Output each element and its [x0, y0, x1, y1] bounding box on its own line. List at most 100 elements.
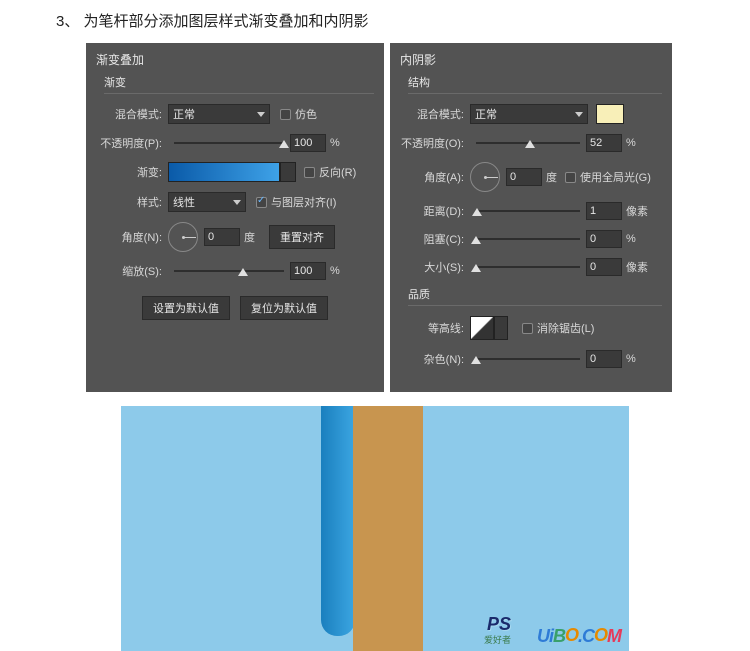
angle-row: 角度(A): 度 使用全局光(G) [400, 162, 662, 192]
size-slider[interactable] [476, 266, 580, 268]
slider-knob-icon [238, 268, 248, 276]
section-title-structure: 结构 [408, 74, 662, 94]
contour-row: 等高线: 消除锯齿(L) [400, 316, 662, 340]
scale-unit: % [330, 265, 340, 277]
dither-checkbox[interactable] [280, 109, 291, 120]
reset-align-button[interactable]: 重置对齐 [269, 225, 335, 249]
pen-blue-shape [321, 406, 355, 636]
global-light-label: 使用全局光(G) [580, 169, 651, 185]
noise-label: 杂色(N): [400, 351, 470, 367]
gradient-row: 渐变: 反向(R) [96, 162, 374, 182]
step-title: 3、 为笔杆部分添加图层样式渐变叠加和内阴影 [0, 0, 750, 43]
angle-unit: 度 [244, 229, 255, 245]
size-input[interactable] [586, 258, 622, 276]
slider-knob-icon [279, 140, 289, 148]
slider-knob-icon [525, 140, 535, 148]
angle-row: 角度(N): 度 重置对齐 [96, 222, 374, 252]
chevron-down-icon [575, 112, 583, 117]
opacity-unit: % [330, 137, 340, 149]
choke-slider[interactable] [476, 238, 580, 240]
opacity-input[interactable] [290, 134, 326, 152]
opacity-label: 不透明度(P): [96, 135, 168, 151]
reset-default-button[interactable]: 复位为默认值 [240, 296, 328, 320]
scale-label: 缩放(S): [96, 263, 168, 279]
style-value: 线性 [173, 194, 195, 210]
scale-slider[interactable] [174, 270, 284, 272]
angle-dot-icon [484, 176, 487, 179]
shadow-color-swatch[interactable] [596, 104, 624, 124]
scale-input[interactable] [290, 262, 326, 280]
angle-label: 角度(N): [96, 229, 168, 245]
opacity-slider[interactable] [476, 142, 580, 144]
section-title: 渐变 [104, 74, 374, 94]
angle-input[interactable] [506, 168, 542, 186]
style-label: 样式: [96, 194, 168, 210]
contour-swatch[interactable] [470, 316, 494, 340]
distance-label: 距离(D): [400, 203, 470, 219]
reverse-label: 反向(R) [319, 164, 356, 180]
distance-input[interactable] [586, 202, 622, 220]
watermark-ps: PS [487, 614, 511, 635]
blend-mode-label: 混合模式: [400, 106, 470, 122]
choke-label: 阻塞(C): [400, 231, 470, 247]
size-row: 大小(S): 像素 [400, 258, 662, 276]
choke-unit: % [626, 233, 636, 245]
slider-knob-icon [471, 264, 481, 272]
slider-knob-icon [471, 356, 481, 364]
preview-canvas: PS 爱好者 UiBO.COM [121, 406, 629, 651]
blend-mode-select[interactable]: 正常 [168, 104, 270, 124]
gradient-overlay-panel: 渐变叠加 渐变 混合模式: 正常 仿色 不透明度(P): % 渐变: [86, 43, 384, 392]
chevron-down-icon [257, 112, 265, 117]
noise-input[interactable] [586, 350, 622, 368]
angle-unit: 度 [546, 169, 557, 185]
slider-knob-icon [471, 236, 481, 244]
panel-title: 渐变叠加 [96, 51, 374, 68]
noise-unit: % [626, 353, 636, 365]
dither-label: 仿色 [295, 106, 317, 122]
align-label: 与图层对齐(I) [271, 194, 336, 210]
watermark-text: UiBO.COM [537, 626, 621, 647]
contour-dropdown[interactable] [494, 316, 508, 340]
blend-mode-label: 混合模式: [96, 106, 168, 122]
size-unit: 像素 [626, 259, 648, 275]
distance-row: 距离(D): 像素 [400, 202, 662, 220]
section-title-quality: 品质 [408, 286, 662, 306]
noise-slider[interactable] [476, 358, 580, 360]
choke-input[interactable] [586, 230, 622, 248]
contour-label: 等高线: [400, 320, 470, 336]
blend-mode-select[interactable]: 正常 [470, 104, 588, 124]
pen-body-shape [353, 406, 423, 651]
opacity-row: 不透明度(P): % [96, 134, 374, 152]
blend-mode-row: 混合模式: 正常 仿色 [96, 104, 374, 124]
step-number: 3、 [56, 13, 79, 30]
global-light-checkbox[interactable] [565, 172, 576, 183]
blend-mode-value: 正常 [173, 106, 195, 122]
reverse-checkbox[interactable] [304, 167, 315, 178]
antialias-checkbox[interactable] [522, 323, 533, 334]
size-label: 大小(S): [400, 259, 470, 275]
opacity-label: 不透明度(O): [400, 135, 470, 151]
slider-knob-icon [472, 208, 482, 216]
inner-shadow-panel: 内阴影 结构 混合模式: 正常 不透明度(O): % 角度(A): [390, 43, 672, 392]
opacity-slider[interactable] [174, 142, 284, 144]
gradient-swatch[interactable] [168, 162, 280, 182]
gradient-dropdown[interactable] [280, 162, 296, 182]
align-checkbox[interactable] [256, 197, 267, 208]
make-default-button[interactable]: 设置为默认值 [142, 296, 230, 320]
noise-row: 杂色(N): % [400, 350, 662, 368]
style-select[interactable]: 线性 [168, 192, 246, 212]
panel-title: 内阴影 [400, 51, 662, 68]
angle-label: 角度(A): [400, 169, 470, 185]
step-text: 为笔杆部分添加图层样式渐变叠加和内阴影 [84, 13, 369, 30]
angle-dial[interactable] [168, 222, 198, 252]
opacity-input[interactable] [586, 134, 622, 152]
angle-dial[interactable] [470, 162, 500, 192]
watermark-sub: 爱好者 [484, 633, 511, 646]
blend-mode-value: 正常 [475, 106, 497, 122]
style-row: 样式: 线性 与图层对齐(I) [96, 192, 374, 212]
opacity-unit: % [626, 137, 636, 149]
opacity-row: 不透明度(O): % [400, 134, 662, 152]
angle-input[interactable] [204, 228, 240, 246]
choke-row: 阻塞(C): % [400, 230, 662, 248]
distance-slider[interactable] [476, 210, 580, 212]
